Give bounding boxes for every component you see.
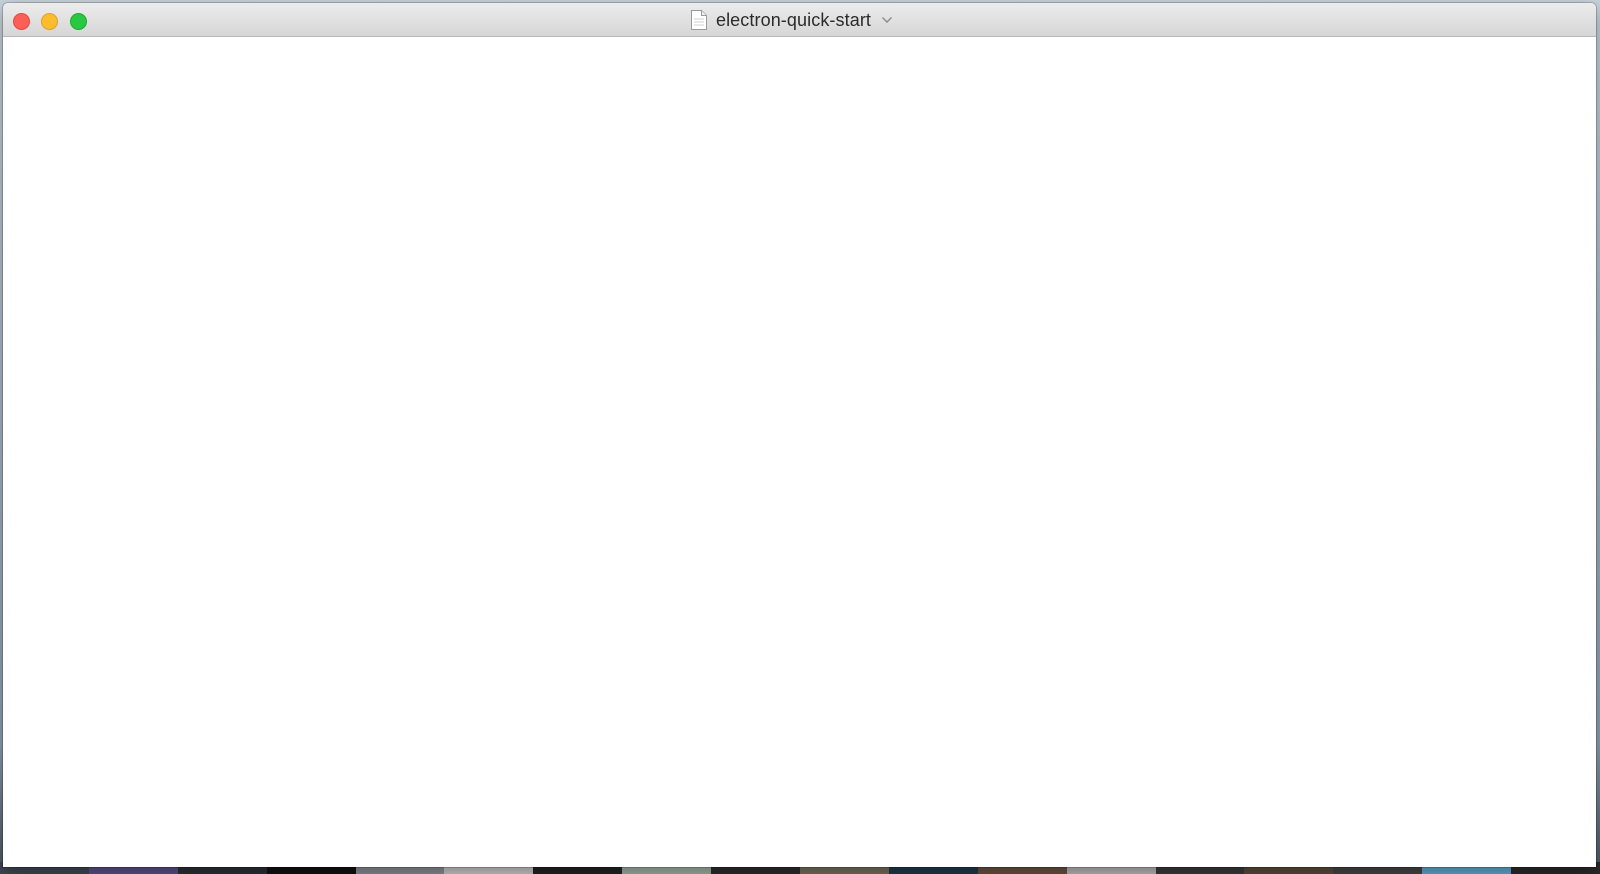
chevron-down-icon[interactable] [881,16,893,24]
window-title-group: electron-quick-start [3,3,1596,37]
window-content [3,37,1596,867]
zoom-button[interactable] [70,13,87,30]
app-window: electron-quick-start [3,3,1596,867]
title-bar[interactable]: electron-quick-start [3,3,1596,37]
desktop-background: electron-quick-start [0,0,1600,874]
close-button[interactable] [13,13,30,30]
title-proxy[interactable]: electron-quick-start [690,9,893,31]
document-icon [690,10,707,30]
window-title: electron-quick-start [715,9,872,30]
minimize-button[interactable] [41,13,58,30]
